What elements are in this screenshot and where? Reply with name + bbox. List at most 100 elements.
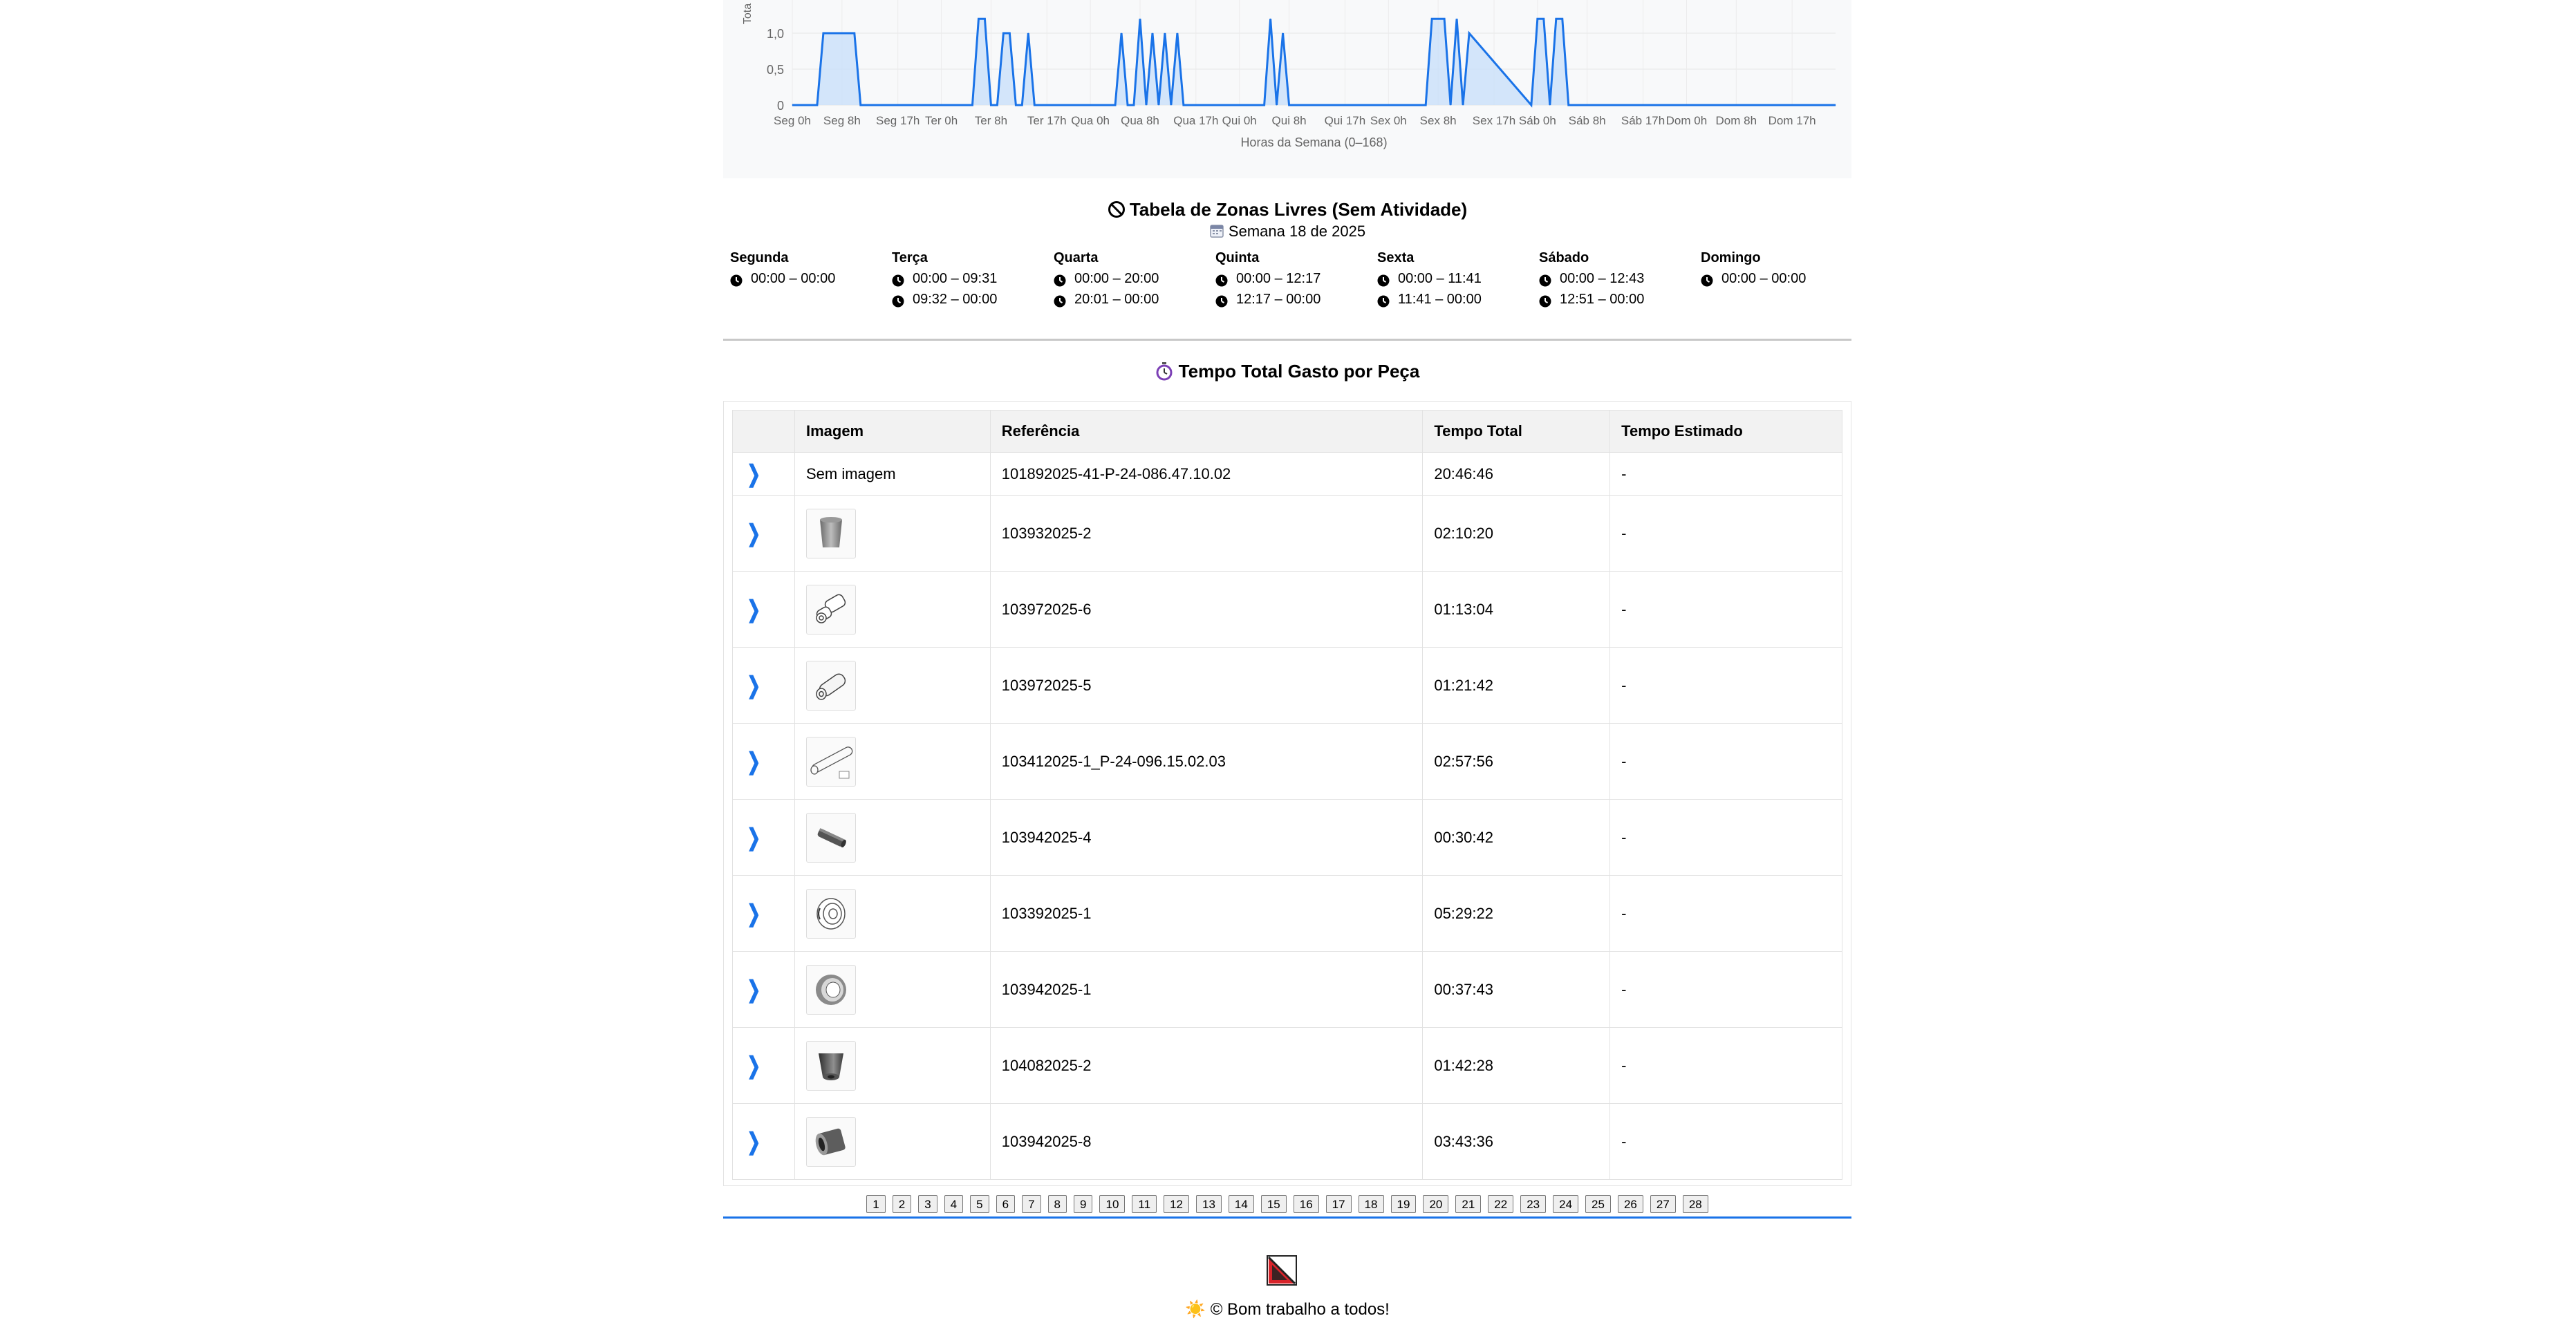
- page-button-2[interactable]: 2: [892, 1195, 912, 1213]
- day-name: Quarta: [1054, 250, 1099, 265]
- day-column-terça: Terça 00:00 – 09:31 09:32 – 00:00: [885, 247, 1047, 310]
- calendar-icon: [1210, 225, 1224, 238]
- total-time-cell: 00:37:43: [1422, 951, 1611, 1028]
- x-tick-label: Sex 17h: [1473, 114, 1515, 127]
- table-row[interactable]: ❯ 103972025-6 01:13:04-: [732, 571, 1842, 648]
- table-row[interactable]: ❯ 103942025-1 00:37:43-: [732, 951, 1842, 1028]
- y-tick-label: 0: [777, 99, 784, 113]
- page-button-1[interactable]: 1: [866, 1195, 886, 1213]
- chevron-right-icon[interactable]: ❯: [747, 1128, 760, 1156]
- page-button-13[interactable]: 13: [1195, 1195, 1222, 1213]
- parts-table-body: ❯ Sem imagem 101892025-41-P-24-086.47.10.0…: [732, 452, 1842, 1180]
- table-row[interactable]: ❯ Sem imagem 101892025-41-P-24-086.47.10.0…: [732, 452, 1842, 496]
- page-button-26[interactable]: 26: [1617, 1195, 1643, 1213]
- x-tick-label: Ter 0h: [925, 114, 958, 127]
- x-tick-label: Qua 8h: [1121, 114, 1159, 127]
- time-range: 09:32 – 00:00: [913, 292, 998, 307]
- clock-icon: [1054, 272, 1066, 287]
- page-button-25[interactable]: 25: [1585, 1195, 1611, 1213]
- chevron-right-icon[interactable]: ❯: [747, 824, 760, 852]
- chevron-right-icon[interactable]: ❯: [747, 748, 760, 776]
- table-row[interactable]: ❯ 103932025-2 02:10:20-: [732, 495, 1842, 572]
- chevron-right-icon[interactable]: ❯: [747, 596, 760, 623]
- table-row[interactable]: ❯ 103942025-8 03:43:36-: [732, 1103, 1842, 1180]
- time-slot: 12:51 – 00:00: [1539, 289, 1694, 310]
- image-cell: Sem imagem: [794, 452, 991, 496]
- page-button-18[interactable]: 18: [1358, 1195, 1384, 1213]
- table-row[interactable]: ❯ 104082025-2 01:42:28-: [732, 1027, 1842, 1104]
- cylinder-part-icon[interactable]: [805, 660, 856, 711]
- total-time-cell: 02:57:56: [1422, 723, 1611, 800]
- page-button-19[interactable]: 19: [1390, 1195, 1417, 1213]
- chevron-right-icon[interactable]: ❯: [747, 1052, 760, 1080]
- page-button-4[interactable]: 4: [944, 1195, 964, 1213]
- page-button-14[interactable]: 14: [1228, 1195, 1254, 1213]
- page-button-7[interactable]: 7: [1022, 1195, 1041, 1213]
- parts-title: Tempo Total Gasto por Peça: [1178, 361, 1420, 382]
- page-button-22[interactable]: 22: [1488, 1195, 1514, 1213]
- day-name: Segunda: [730, 250, 789, 265]
- clock-icon: [1539, 293, 1551, 308]
- page-button-11[interactable]: 11: [1132, 1195, 1157, 1213]
- clock-icon: [1054, 293, 1066, 308]
- day-column-sexta: Sexta 00:00 – 11:41 11:41 – 00:00: [1370, 247, 1532, 310]
- table-row[interactable]: ❯ 103972025-5 01:21:42-: [732, 647, 1842, 724]
- page-button-3[interactable]: 3: [918, 1195, 937, 1213]
- expand-cell: ❯: [732, 647, 795, 724]
- page-button-24[interactable]: 24: [1553, 1195, 1579, 1213]
- no-image-label: Sem imagem: [805, 464, 896, 482]
- chevron-right-icon[interactable]: ❯: [747, 900, 760, 928]
- page-button-20[interactable]: 20: [1423, 1195, 1449, 1213]
- page-button-6[interactable]: 6: [996, 1195, 1016, 1213]
- chevron-right-icon[interactable]: ❯: [747, 460, 760, 488]
- footer-row: ☀️ © Bom trabalho a todos!: [723, 1299, 1851, 1319]
- time-slot: 00:00 – 00:00: [730, 268, 885, 289]
- table-row[interactable]: ❯ 103942025-4 00:30:42-: [732, 799, 1842, 876]
- page-button-16[interactable]: 16: [1293, 1195, 1319, 1213]
- ring-part-icon[interactable]: [805, 964, 856, 1015]
- page-button-9[interactable]: 9: [1074, 1195, 1093, 1213]
- dark-rod-icon[interactable]: [805, 812, 856, 863]
- cup-part-icon[interactable]: [805, 508, 856, 558]
- footer-text: © Bom trabalho a todos!: [1210, 1300, 1390, 1319]
- page-button-5[interactable]: 5: [970, 1195, 989, 1213]
- page-button-28[interactable]: 28: [1682, 1195, 1708, 1213]
- page-button-27[interactable]: 27: [1650, 1195, 1676, 1213]
- image-cell: [794, 647, 991, 724]
- estimated-time-cell: -: [1609, 875, 1842, 952]
- page-button-17[interactable]: 17: [1325, 1195, 1352, 1213]
- chevron-right-icon[interactable]: ❯: [747, 672, 760, 699]
- day-column-domingo: Domingo 00:00 – 00:00: [1694, 247, 1856, 289]
- reference-cell: 101892025-41-P-24-086.47.10.02: [989, 452, 1424, 496]
- page-button-15[interactable]: 15: [1260, 1195, 1287, 1213]
- page-button-12[interactable]: 12: [1164, 1195, 1189, 1213]
- estimated-time-cell: -: [1609, 495, 1842, 572]
- time-range: 00:00 – 12:17: [1236, 271, 1321, 286]
- page-button-10[interactable]: 10: [1099, 1195, 1126, 1213]
- page-button-8[interactable]: 8: [1047, 1195, 1067, 1213]
- cone-part-icon[interactable]: [805, 1040, 856, 1091]
- time-slot: 20:01 – 00:00: [1054, 289, 1208, 310]
- col-total-time: Tempo Total: [1422, 410, 1611, 453]
- chevron-right-icon[interactable]: ❯: [747, 520, 760, 547]
- estimated-time-cell: -: [1609, 799, 1842, 876]
- page-button-21[interactable]: 21: [1455, 1195, 1482, 1213]
- data-point: [1027, 32, 1029, 34]
- data-point: [1170, 104, 1172, 106]
- data-point: [854, 32, 855, 34]
- page-button-23[interactable]: 23: [1520, 1195, 1547, 1213]
- clock-icon: [1377, 272, 1390, 287]
- flange-part-icon[interactable]: [805, 888, 856, 939]
- long-tube-icon[interactable]: [805, 736, 856, 787]
- x-tick-label: Seg 17h: [876, 114, 920, 127]
- chevron-right-icon[interactable]: ❯: [747, 976, 760, 1004]
- parts-table-wrapper: Imagem Referência Tempo Total Tempo Esti…: [723, 401, 1851, 1186]
- data-point: [1034, 104, 1035, 106]
- hollow-cylinder-icon[interactable]: [805, 1116, 856, 1167]
- stepped-shaft-icon[interactable]: [805, 584, 856, 635]
- reference-cell: 103972025-5: [989, 647, 1424, 724]
- table-row[interactable]: ❯ 103392025-1 05:29:22-: [732, 875, 1842, 952]
- table-row[interactable]: ❯ 103412025-1_P-24-096.15.02.03 02:57:56-: [732, 723, 1842, 800]
- stopwatch-icon: [1156, 362, 1173, 381]
- y-axis-label: Tota: [742, 3, 754, 24]
